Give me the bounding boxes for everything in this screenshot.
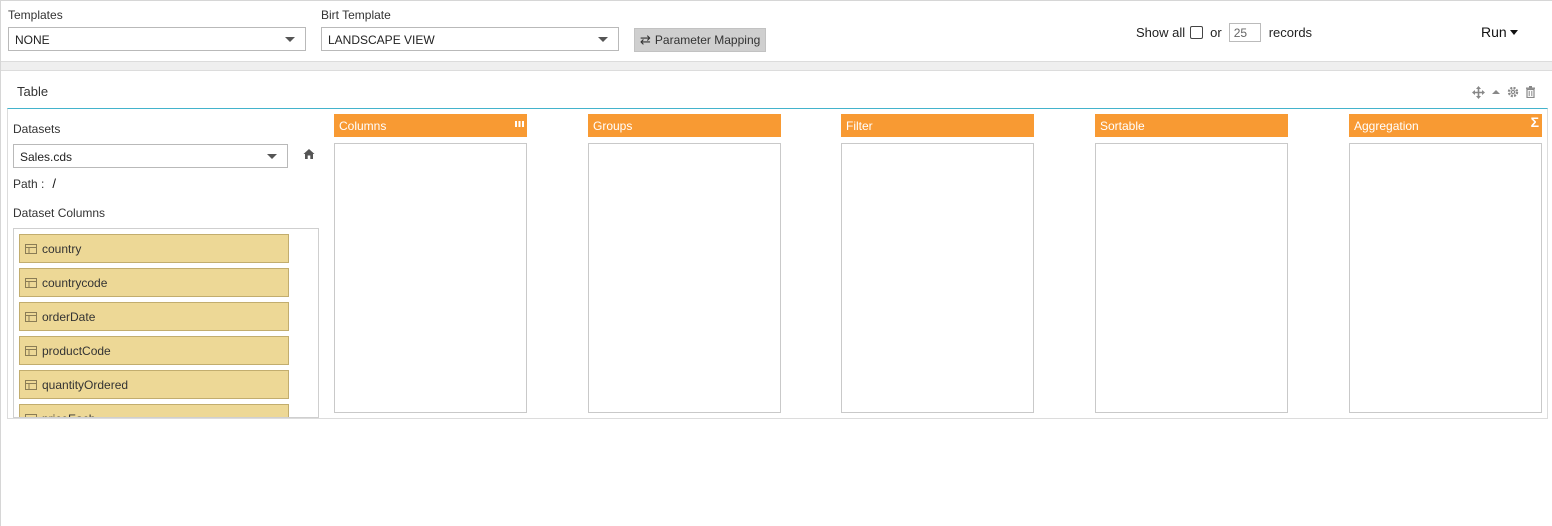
- report-designer: Templates NONE Birt Template LANDSCAPE V…: [0, 0, 1552, 526]
- sigma-icon[interactable]: Σ: [1531, 114, 1539, 130]
- aggregation-drop-zone[interactable]: [1349, 143, 1542, 413]
- gear-icon[interactable]: [1507, 86, 1519, 102]
- path-label: Path :: [13, 177, 45, 191]
- chevron-down-icon: [598, 37, 608, 42]
- dataset-select-value: Sales.cds: [20, 150, 73, 164]
- toolbar: Templates NONE Birt Template LANDSCAPE V…: [1, 1, 1552, 61]
- swap-icon: ⇄: [640, 32, 651, 47]
- zone-title: Filter: [846, 119, 873, 133]
- list-item[interactable]: countrycode: [19, 268, 289, 297]
- column-name: countrycode: [42, 275, 108, 290]
- aggregation-zone-header: Aggregation Σ: [1349, 114, 1542, 137]
- birt-template-select[interactable]: LANDSCAPE VIEW: [321, 27, 619, 51]
- sortable-zone-header: Sortable: [1095, 114, 1288, 137]
- groups-zone-header: Groups: [588, 114, 781, 137]
- caret-down-icon: [1509, 29, 1518, 35]
- run-label: Run: [1481, 24, 1507, 40]
- run-button[interactable]: Run: [1481, 24, 1518, 40]
- zone-title: Columns: [339, 119, 387, 133]
- column-name: priceEach: [42, 412, 95, 418]
- columns-icon[interactable]: [515, 116, 524, 132]
- filter-zone-header: Filter: [841, 114, 1034, 137]
- field-icon: [25, 243, 37, 254]
- birt-template-label: Birt Template: [321, 8, 391, 22]
- parameter-mapping-button[interactable]: ⇄ Parameter Mapping: [634, 28, 766, 52]
- templates-select-value: NONE: [15, 33, 50, 47]
- column-name: quantityOrdered: [42, 377, 129, 392]
- records-label: records: [1268, 25, 1313, 40]
- column-name: productCode: [42, 343, 111, 358]
- dataset-columns-list[interactable]: country countrycode orderDate productCod…: [13, 228, 319, 418]
- zone-title: Sortable: [1100, 119, 1145, 133]
- records-count-input[interactable]: 25: [1228, 23, 1261, 42]
- column-name: country: [42, 241, 82, 256]
- show-all-label: Show all: [1136, 25, 1186, 40]
- parameter-mapping-label: Parameter Mapping: [654, 33, 761, 47]
- records-control: Show all or 25 records: [1136, 23, 1312, 42]
- datasets-label: Datasets: [13, 122, 61, 136]
- panel-tools: [1472, 86, 1536, 102]
- list-item[interactable]: quantityOrdered: [19, 370, 289, 399]
- field-icon: [25, 345, 37, 356]
- collapse-icon[interactable]: [1491, 86, 1501, 102]
- trash-icon[interactable]: [1525, 86, 1536, 102]
- panel-title: Table: [17, 84, 49, 99]
- home-icon[interactable]: [303, 148, 315, 160]
- list-item[interactable]: productCode: [19, 336, 289, 365]
- field-icon: [25, 413, 37, 417]
- dataset-select[interactable]: Sales.cds: [13, 144, 288, 168]
- groups-drop-zone[interactable]: [588, 143, 781, 413]
- path-value: /: [52, 176, 56, 191]
- birt-template-select-value: LANDSCAPE VIEW: [328, 33, 435, 47]
- list-item[interactable]: priceEach: [19, 404, 289, 418]
- dataset-columns-label: Dataset Columns: [13, 206, 106, 220]
- separator: [1, 61, 1552, 71]
- field-icon: [25, 379, 37, 390]
- path-display: Path : /: [13, 176, 56, 191]
- chevron-down-icon: [267, 154, 277, 159]
- columns-zone-header: Columns: [334, 114, 527, 137]
- sortable-drop-zone[interactable]: [1095, 143, 1288, 413]
- filter-drop-zone[interactable]: [841, 143, 1034, 413]
- field-icon: [25, 311, 37, 322]
- chevron-down-icon: [285, 37, 295, 42]
- zone-title: Aggregation: [1354, 119, 1419, 133]
- or-label: or: [1210, 25, 1222, 40]
- show-all-checkbox[interactable]: [1190, 26, 1204, 39]
- list-item[interactable]: country: [19, 234, 289, 263]
- templates-label: Templates: [8, 8, 63, 22]
- field-icon: [25, 277, 37, 288]
- move-icon[interactable]: [1472, 86, 1485, 102]
- columns-drop-zone[interactable]: [334, 143, 527, 413]
- templates-select[interactable]: NONE: [8, 27, 306, 51]
- list-item[interactable]: orderDate: [19, 302, 289, 331]
- zone-title: Groups: [593, 119, 633, 133]
- column-name: orderDate: [42, 309, 96, 324]
